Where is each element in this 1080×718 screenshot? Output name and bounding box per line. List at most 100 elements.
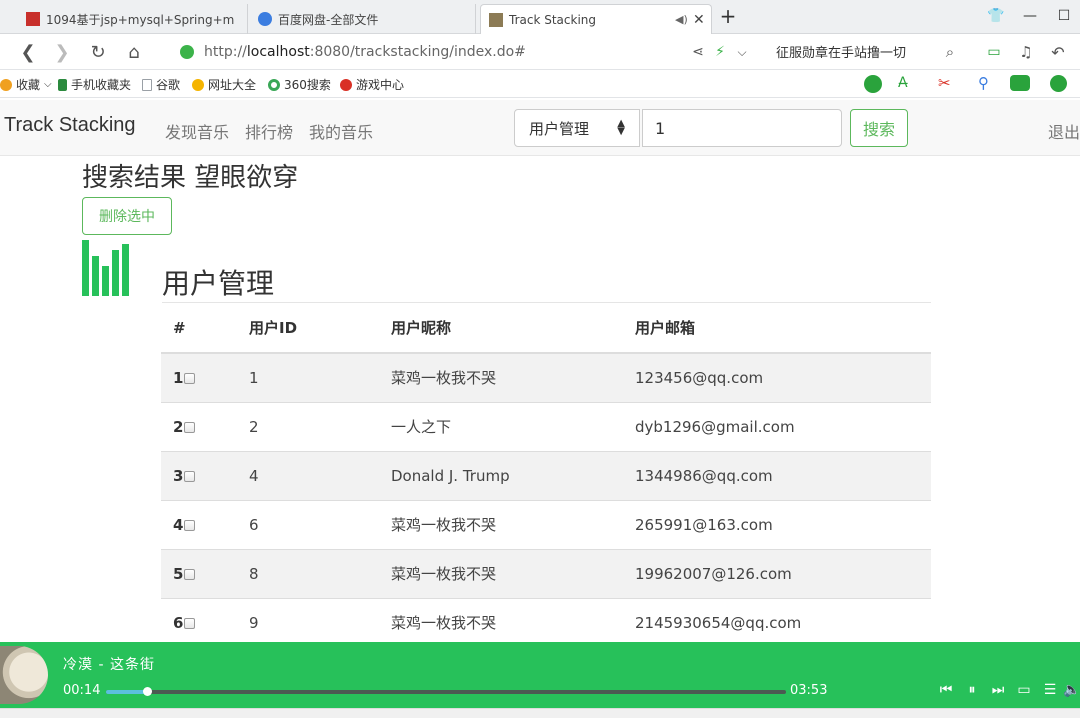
section-title: 用户管理 — [162, 267, 275, 300]
back-icon[interactable]: ❮ — [16, 40, 40, 64]
lightning-icon[interactable]: ⚡ — [708, 40, 732, 64]
row-checkbox[interactable] — [184, 617, 196, 629]
row-number: 5 — [173, 564, 184, 583]
tab-favicon-icon — [26, 12, 40, 26]
previous-track-icon[interactable]: ⏮ — [936, 680, 956, 700]
nickname-cell: 菜鸡一枚我不哭 — [379, 548, 623, 598]
bookmark-directory[interactable]: 网址大全 — [192, 76, 256, 93]
app-navbar: Track Stacking 发现音乐 排行榜 我的音乐 用户管理 ▲▼ 搜索 … — [0, 100, 1080, 156]
undo-icon[interactable]: ↶ — [1046, 40, 1070, 64]
tab-baidu-pan[interactable]: 百度网盘-全部文件 — [250, 4, 476, 34]
bookmark-favorites[interactable]: 收藏 ⌵ — [0, 76, 52, 93]
bookmark-360-search[interactable]: 360搜索 — [268, 76, 331, 93]
game-icon — [340, 78, 352, 91]
search-type-select[interactable]: 用户管理 ▲ ▼ — [514, 109, 640, 147]
email-cell: 265991@163.com — [623, 499, 931, 549]
shirt-icon[interactable]: 👕 — [984, 4, 1008, 28]
row-number-cell: 1 — [161, 352, 237, 402]
row-checkbox[interactable] — [184, 519, 196, 531]
table-row: 6 9 菜鸡一枚我不哭 2145930654@qq.com — [161, 597, 931, 647]
row-number-cell: 6 — [161, 597, 237, 647]
gamepad-icon[interactable] — [1010, 75, 1030, 91]
delete-selected-button[interactable]: 删除选中 — [82, 197, 172, 235]
playlist-icon[interactable]: ☰ — [1040, 680, 1060, 700]
nav-charts[interactable]: 排行榜 — [245, 119, 293, 143]
tab-favicon-icon — [489, 12, 503, 27]
user-id-cell: 6 — [237, 499, 379, 549]
bar-chart-logo-icon — [82, 240, 129, 296]
progress-fill — [106, 690, 147, 694]
row-number-cell: 4 — [161, 499, 237, 549]
row-number: 2 — [173, 417, 184, 436]
scissors-icon[interactable]: ✂ — [938, 74, 951, 92]
speaker-icon[interactable]: ◀) — [675, 13, 688, 26]
bookmark-mobile[interactable]: 手机收藏夹 — [58, 76, 131, 93]
search-icon[interactable]: ⌕ — [938, 40, 962, 64]
volume-icon[interactable]: 🔈 — [1062, 680, 1080, 700]
nav-my-music[interactable]: 我的音乐 — [309, 119, 373, 143]
bookmark-label: 游戏中心 — [356, 78, 405, 92]
url-scheme: http:// — [204, 44, 247, 60]
song-title: 冷漠 - 这条街 — [63, 657, 155, 673]
forward-icon[interactable]: ❯ — [50, 40, 74, 64]
nav-discover-music[interactable]: 发现音乐 — [165, 119, 229, 143]
next-track-icon[interactable]: ⏭ — [988, 680, 1008, 700]
user-id-cell: 1 — [237, 352, 379, 402]
pause-icon[interactable]: ⏸ — [962, 680, 982, 700]
bookmark-label: 360搜索 — [284, 78, 331, 92]
yen-icon[interactable] — [1050, 75, 1067, 92]
maximize-icon[interactable]: ☐ — [1052, 4, 1076, 28]
brand-logo[interactable]: Track Stacking — [4, 114, 136, 137]
row-checkbox[interactable] — [184, 470, 196, 482]
star-icon — [0, 78, 12, 91]
url-field[interactable]: http://localhost:8080/trackstacking/inde… — [180, 38, 760, 66]
album-cover[interactable] — [0, 646, 48, 704]
bookmarks-bar: 收藏 ⌵ 手机收藏夹 谷歌 网址大全 360搜索 游戏中心 A̶ ✂ ⚲ — [0, 70, 1080, 98]
close-tab-icon[interactable]: ✕ — [693, 12, 705, 28]
row-number: 4 — [173, 515, 184, 534]
share-icon[interactable]: ⋖ — [686, 40, 710, 64]
row-checkbox[interactable] — [184, 372, 196, 384]
search-result-heading: 搜索结果 望眼欲穿 — [82, 163, 299, 193]
battery-icon[interactable]: ▭ — [982, 40, 1006, 64]
magnifier-icon[interactable]: ⚲ — [978, 74, 989, 92]
nickname-cell: 一人之下 — [379, 401, 623, 451]
tab-project[interactable]: 1094基于jsp+mysql+Spring+m — [18, 4, 248, 34]
row-number-cell: 2 — [161, 401, 237, 451]
minimize-icon[interactable]: — — [1018, 4, 1042, 28]
nickname-cell: Donald J. Trump — [379, 450, 623, 500]
promo-link[interactable]: 征服勋章在手站撸一切 — [776, 42, 906, 61]
bookmark-label: 收藏 — [16, 78, 41, 92]
secure-icon — [180, 45, 194, 59]
search-input[interactable] — [642, 109, 842, 147]
new-tab-icon[interactable]: + — [716, 4, 740, 28]
search-button[interactable]: 搜索 — [850, 109, 908, 147]
tab-track-stacking[interactable]: Track Stacking ◀) ✕ — [480, 4, 712, 34]
row-number-cell: 5 — [161, 548, 237, 598]
row-checkbox[interactable] — [184, 568, 196, 580]
email-cell: dyb1296@gmail.com — [623, 401, 931, 451]
progress-handle[interactable] — [142, 687, 152, 696]
bookmark-label: 网址大全 — [208, 78, 257, 92]
tab-label: 百度网盘-全部文件 — [278, 12, 379, 27]
column-header-num: # — [161, 303, 237, 354]
progress-bar[interactable] — [106, 687, 786, 696]
extension-translate-icon[interactable]: A̶ — [898, 75, 908, 91]
headphones-icon[interactable]: ♫ — [1014, 40, 1038, 64]
nickname-cell: 菜鸡一枚我不哭 — [379, 499, 623, 549]
address-bar: ❮ ❯ ↻ ⌂ http://localhost:8080/trackstack… — [0, 34, 1080, 70]
chevron-down-icon[interactable]: ⌵ — [730, 40, 754, 64]
screen-icon[interactable]: ▭ — [1014, 680, 1034, 700]
user-id-cell: 8 — [237, 548, 379, 598]
table-row: 3 4 Donald J. Trump 1344986@qq.com — [161, 450, 931, 500]
logout-link[interactable]: 退出 — [1048, 119, 1080, 143]
user-id-cell: 9 — [237, 597, 379, 647]
row-number: 1 — [173, 368, 184, 387]
extension-chat-icon[interactable] — [864, 75, 882, 93]
reload-icon[interactable]: ↻ — [86, 40, 110, 64]
row-checkbox[interactable] — [184, 421, 196, 433]
bookmark-game-center[interactable]: 游戏中心 — [340, 76, 404, 93]
bookmark-google[interactable]: 谷歌 — [142, 76, 180, 93]
user-id-cell: 4 — [237, 450, 379, 500]
home-icon[interactable]: ⌂ — [122, 40, 146, 64]
